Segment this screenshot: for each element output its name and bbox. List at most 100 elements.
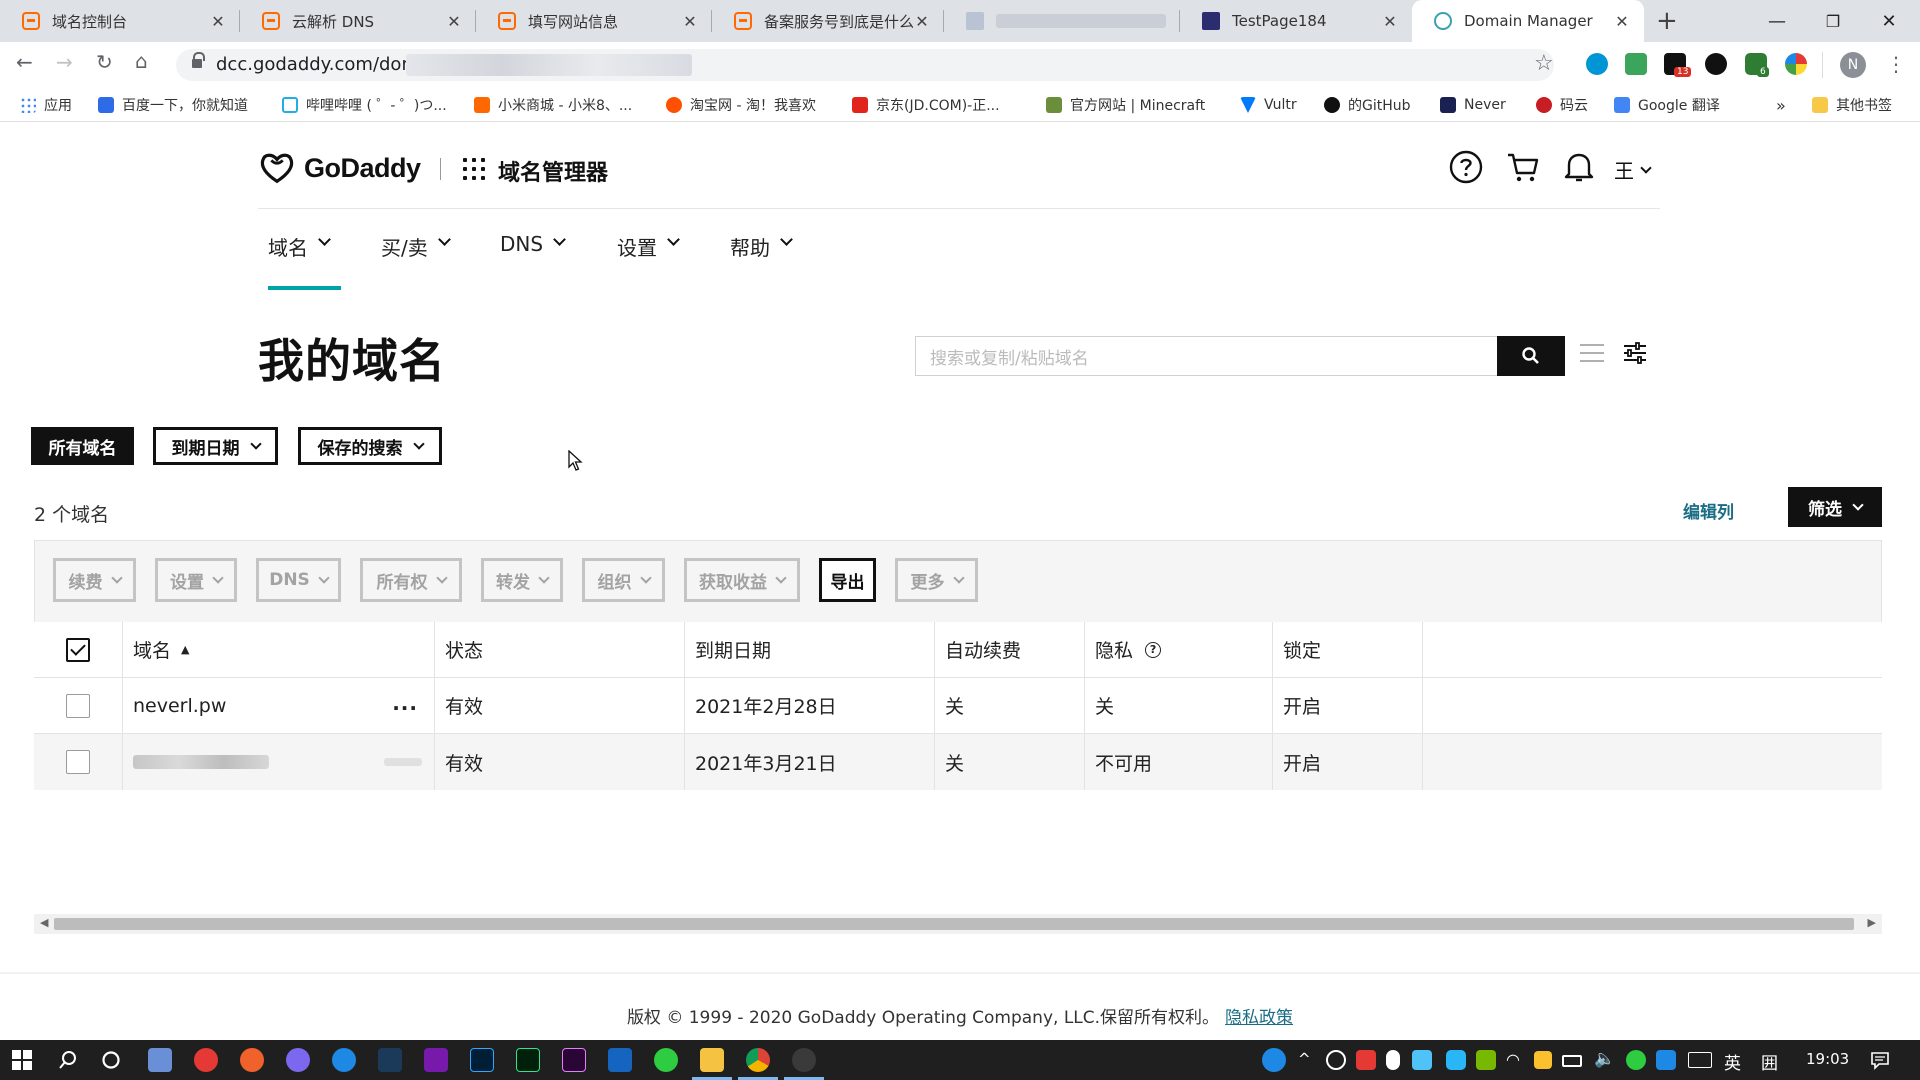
dark-extension-icon[interactable] bbox=[1705, 53, 1727, 75]
domain-cell[interactable]: neverl.pw ··· bbox=[122, 678, 434, 733]
close-icon[interactable]: ✕ bbox=[1614, 12, 1630, 31]
row-checkbox[interactable] bbox=[66, 750, 90, 774]
onenote-icon[interactable] bbox=[424, 1048, 448, 1072]
column-header-lock[interactable]: 锁定 bbox=[1272, 622, 1422, 677]
search-button[interactable] bbox=[1497, 336, 1565, 376]
column-header-status[interactable]: 状态 bbox=[434, 622, 684, 677]
tray-app-icon[interactable] bbox=[1534, 1051, 1552, 1069]
auto-renew-cell[interactable]: 关 bbox=[934, 734, 1084, 790]
premiere-icon[interactable] bbox=[562, 1048, 586, 1072]
nav-buy-sell[interactable]: 买/卖 bbox=[381, 232, 451, 290]
edit-columns-link[interactable]: 编辑列 bbox=[1683, 498, 1734, 523]
more-action-dropdown[interactable]: 更多 bbox=[895, 558, 978, 602]
ownership-action-dropdown[interactable]: 所有权 bbox=[360, 558, 462, 602]
home-icon[interactable]: ⌂ bbox=[135, 49, 148, 73]
column-header-expiry[interactable]: 到期日期 bbox=[684, 622, 934, 677]
photoshop-icon[interactable] bbox=[470, 1048, 494, 1072]
bell-icon[interactable] bbox=[1563, 150, 1595, 184]
hp-extension-icon[interactable] bbox=[1586, 53, 1608, 75]
search-icon[interactable] bbox=[58, 1050, 78, 1070]
nav-help[interactable]: 帮助 bbox=[730, 232, 793, 290]
tab-blurred[interactable] bbox=[944, 0, 1180, 42]
list-view-icon[interactable] bbox=[1580, 344, 1604, 364]
column-header-domain[interactable]: 域名 ▲ bbox=[122, 622, 434, 677]
lock-cell[interactable]: 开启 bbox=[1272, 678, 1422, 733]
bookmark-google-translate[interactable]: Google 翻译 bbox=[1614, 95, 1720, 115]
tray-app-icon[interactable] bbox=[1446, 1050, 1466, 1070]
tray-app-icon[interactable] bbox=[1356, 1050, 1376, 1070]
help-icon[interactable] bbox=[1262, 1048, 1286, 1072]
tab-testpage[interactable]: TestPage184 ✕ bbox=[1180, 0, 1412, 42]
bookmark-baidu[interactable]: 百度一下，你就知道 bbox=[98, 95, 248, 115]
chrome-menu-icon[interactable]: ⋮ bbox=[1886, 52, 1906, 76]
maximize-button[interactable]: ❐ bbox=[1806, 0, 1860, 42]
organize-action-dropdown[interactable]: 组织 bbox=[582, 558, 665, 602]
scrollbar-thumb[interactable] bbox=[54, 918, 1854, 930]
privacy-cell[interactable]: 关 bbox=[1084, 678, 1272, 733]
pinned-app-icon[interactable] bbox=[286, 1048, 310, 1072]
lock-icon[interactable] bbox=[192, 52, 205, 69]
tab-site-info[interactable]: 填写网站信息 ✕ bbox=[476, 0, 712, 42]
bookmark-gitee[interactable]: 码云 bbox=[1536, 95, 1588, 115]
tray-app-icon[interactable] bbox=[1656, 1050, 1676, 1070]
pinned-app-icon[interactable] bbox=[792, 1048, 816, 1072]
pinned-app-icon[interactable] bbox=[240, 1048, 264, 1072]
close-icon[interactable]: ✕ bbox=[914, 12, 930, 31]
domain-search-input[interactable]: 搜索或复制/粘贴域名 bbox=[915, 336, 1497, 376]
pinned-app-icon[interactable] bbox=[608, 1048, 632, 1072]
filter-button[interactable]: 筛选 bbox=[1788, 487, 1882, 527]
tray-app-icon[interactable] bbox=[1412, 1050, 1432, 1070]
bookmark-github[interactable]: 的GitHub bbox=[1324, 95, 1411, 115]
bookmarks-overflow-button[interactable]: » bbox=[1776, 95, 1786, 115]
file-explorer-icon[interactable] bbox=[700, 1048, 724, 1072]
wifi-icon[interactable]: ◠ bbox=[1506, 1050, 1520, 1069]
lock-cell[interactable]: 开启 bbox=[1272, 734, 1422, 790]
back-arrow-icon[interactable]: ← bbox=[16, 50, 33, 74]
nav-settings[interactable]: 设置 bbox=[617, 232, 680, 290]
nav-dns[interactable]: DNS bbox=[500, 232, 566, 290]
auto-renew-cell[interactable]: 关 bbox=[934, 678, 1084, 733]
table-row[interactable]: neverl.pw ··· 有效 2021年2月28日 关 关 开启 bbox=[34, 678, 1882, 734]
wechat-icon[interactable] bbox=[654, 1048, 678, 1072]
select-all-checkbox[interactable] bbox=[66, 637, 90, 662]
paw-extension-icon[interactable] bbox=[1625, 53, 1647, 75]
row-checkbox[interactable] bbox=[66, 693, 90, 718]
microphone-icon[interactable] bbox=[1386, 1050, 1400, 1070]
tray-expand-icon[interactable]: ^ bbox=[1298, 1050, 1311, 1068]
settings-action-dropdown[interactable]: 设置 bbox=[155, 558, 237, 602]
close-icon[interactable]: ✕ bbox=[1382, 12, 1398, 31]
clock[interactable]: 19:03 bbox=[1806, 1050, 1849, 1068]
renew-action-dropdown[interactable]: 续费 bbox=[53, 558, 136, 602]
wechat-icon[interactable] bbox=[1626, 1050, 1646, 1070]
new-tab-button[interactable]: + bbox=[1656, 6, 1678, 36]
close-icon[interactable]: ✕ bbox=[210, 12, 226, 31]
windows-start-icon[interactable] bbox=[12, 1050, 32, 1070]
expiry-date-dropdown[interactable]: 到期日期 bbox=[153, 427, 278, 465]
chrome-icon[interactable] bbox=[746, 1048, 770, 1072]
dns-action-dropdown[interactable]: DNS bbox=[256, 558, 341, 602]
godaddy-logo[interactable]: GoDaddy bbox=[258, 150, 421, 186]
forwarding-action-dropdown[interactable]: 转发 bbox=[481, 558, 563, 602]
bookmark-star-icon[interactable]: ☆ bbox=[1534, 51, 1554, 76]
other-bookmarks-folder[interactable]: 其他书签 bbox=[1812, 95, 1892, 115]
url-text[interactable]: dcc.godaddy.com/dom bbox=[216, 54, 419, 75]
apps-grid-icon[interactable] bbox=[463, 158, 485, 180]
volume-icon[interactable]: 🔈 bbox=[1594, 1049, 1615, 1069]
cortana-icon[interactable] bbox=[101, 1050, 121, 1070]
saved-searches-dropdown[interactable]: 保存的搜索 bbox=[298, 427, 442, 465]
tray-app-icon[interactable] bbox=[1326, 1050, 1346, 1070]
keyboard-icon[interactable] bbox=[1688, 1052, 1712, 1068]
column-header-privacy[interactable]: 隐私? bbox=[1084, 622, 1272, 677]
profile-avatar[interactable]: N bbox=[1840, 52, 1866, 78]
steam-icon[interactable] bbox=[378, 1048, 402, 1072]
table-row[interactable]: 有效 2021年3月21日 关 不可用 开启 bbox=[34, 734, 1882, 790]
audition-icon[interactable] bbox=[516, 1048, 540, 1072]
pinned-app-icon[interactable] bbox=[148, 1048, 172, 1072]
bookmark-apps[interactable]: 应用 bbox=[20, 95, 72, 115]
tab-domain-console[interactable]: 域名控制台 ✕ bbox=[0, 0, 240, 42]
tab-cloud-dns[interactable]: 云解析 DNS ✕ bbox=[240, 0, 476, 42]
window-close-button[interactable]: ✕ bbox=[1862, 0, 1916, 42]
privacy-policy-link[interactable]: 隐私政策 bbox=[1225, 1008, 1293, 1028]
bookmark-bilibili[interactable]: 哔哩哔哩 ( ゜- ゜)つ... bbox=[282, 95, 447, 115]
domain-cell[interactable] bbox=[122, 734, 434, 790]
